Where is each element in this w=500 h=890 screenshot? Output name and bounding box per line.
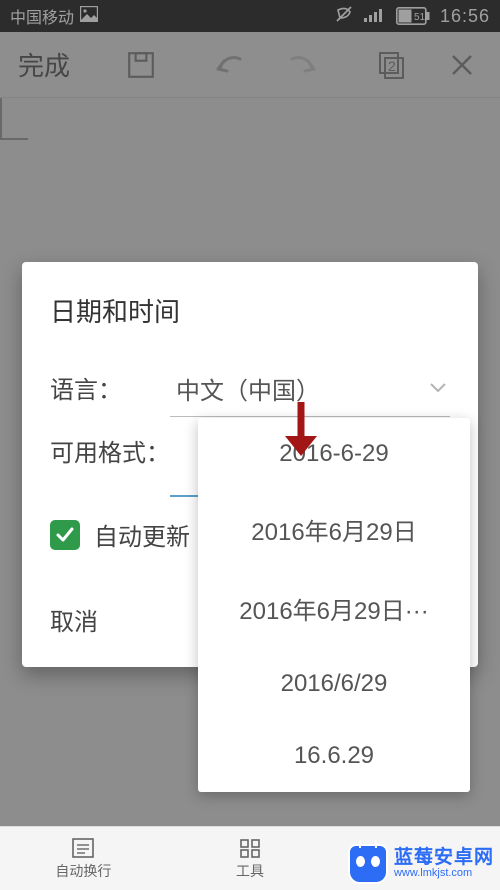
format-dropdown: 2016-6-29 2016年6月29日 2016年6月29日··· 2016/… <box>198 418 470 792</box>
tools-icon <box>238 837 262 859</box>
format-option[interactable]: 2016年6月29日 <box>198 490 470 569</box>
language-row: 语言： 中文（中国） <box>50 365 450 417</box>
chevron-down-icon <box>430 380 446 398</box>
format-option[interactable]: 2016年6月29日··· <box>198 569 470 648</box>
wrap-icon <box>71 837 95 859</box>
format-label: 可用格式： <box>50 437 170 471</box>
watermark-url: www.lmkjst.com <box>394 868 494 880</box>
nav-tools[interactable]: 工具 <box>167 827 334 890</box>
auto-update-checkbox[interactable] <box>50 520 80 550</box>
dialog-title: 日期和时间 <box>50 292 450 329</box>
screen: 中国移动 51 16:56 完成 <box>0 0 500 890</box>
language-value: 中文（中国） <box>176 371 320 406</box>
watermark-brand: 蓝莓安卓网 <box>394 848 494 868</box>
format-option[interactable]: 2016-6-29 <box>198 418 470 490</box>
language-select[interactable]: 中文（中国） <box>170 365 450 417</box>
format-option[interactable]: 2016/6/29 <box>198 648 470 720</box>
language-label: 语言： <box>50 374 170 408</box>
nav-tools-label: 工具 <box>236 861 264 881</box>
nav-wrap[interactable]: 自动换行 <box>0 827 167 890</box>
auto-update-label: 自动更新 <box>94 517 190 552</box>
watermark: 蓝莓安卓网 www.lmkjst.com <box>348 844 494 884</box>
nav-wrap-label: 自动换行 <box>55 861 111 881</box>
watermark-mascot-icon <box>348 844 388 884</box>
format-option[interactable]: 16.6.29 <box>198 720 470 792</box>
cancel-button[interactable]: 取消 <box>50 602 130 637</box>
